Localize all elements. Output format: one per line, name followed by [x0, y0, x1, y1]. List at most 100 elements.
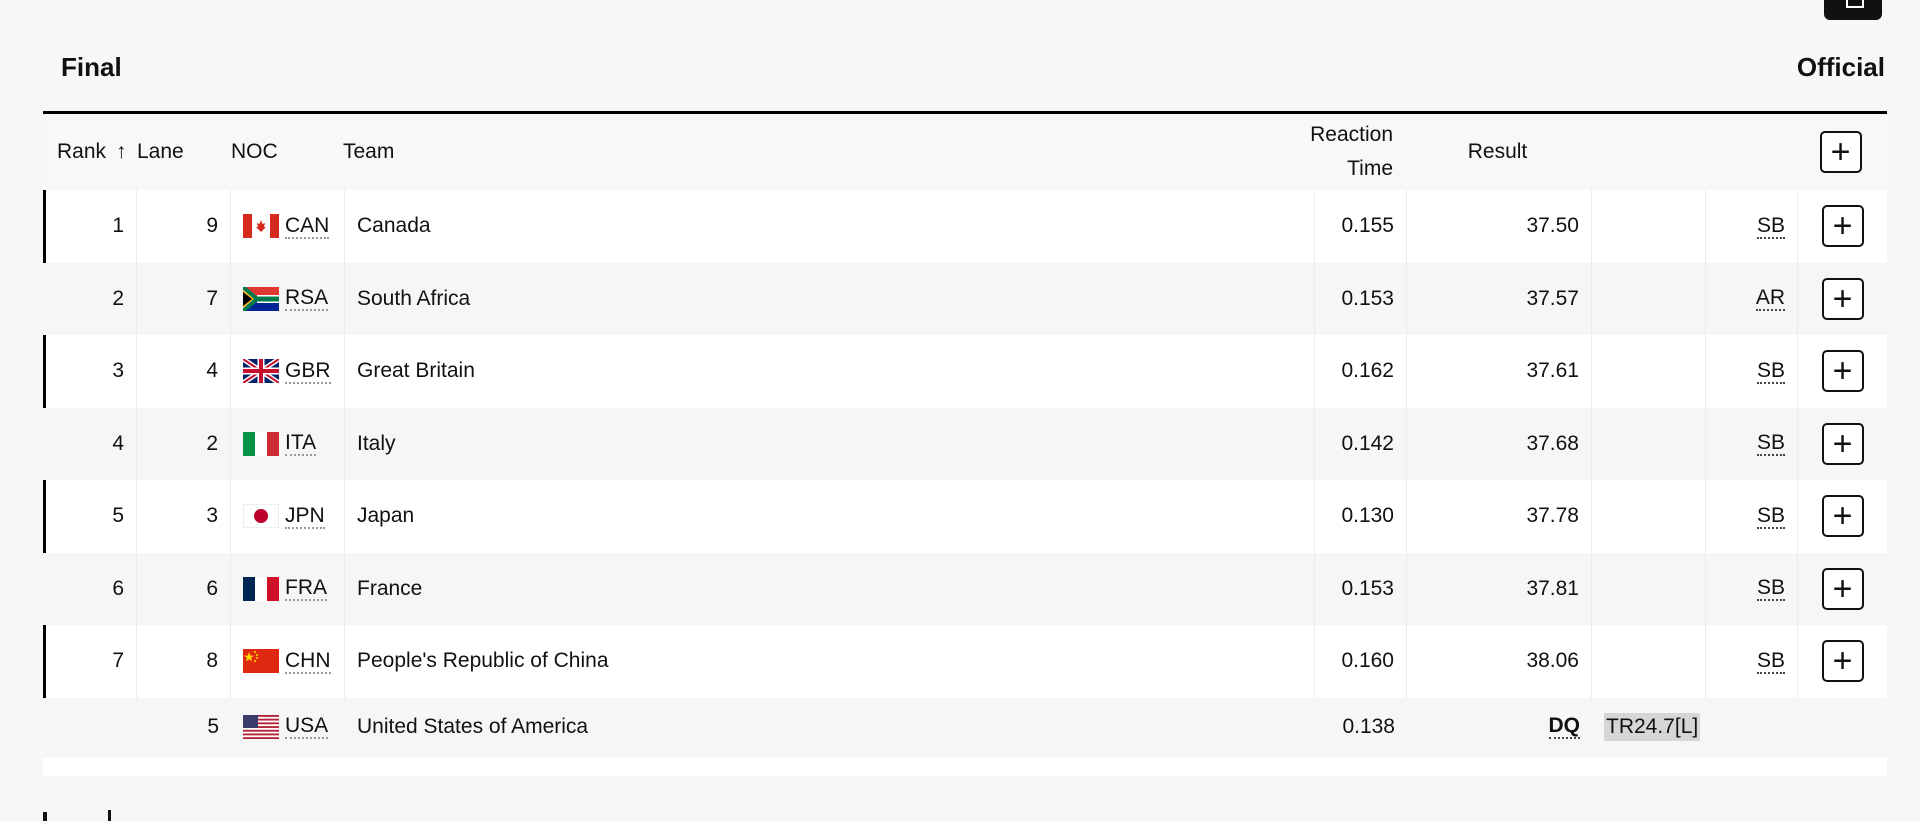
- record-badge[interactable]: AR: [1755, 286, 1785, 312]
- record-badge[interactable]: SB: [1756, 214, 1785, 239]
- record-cell: SB: [1706, 335, 1798, 408]
- noc-cell: FRA: [231, 552, 345, 625]
- results-table: Rank ↑ Lane NOC Team Reaction Time Resul…: [43, 111, 1887, 756]
- team-cell: Italy: [345, 407, 1315, 480]
- download-button[interactable]: [1824, 0, 1882, 20]
- record-cell: AR: [1706, 262, 1798, 335]
- plus-icon: +: [1832, 424, 1853, 463]
- table-row: 4 2 ITA Italy 0.142 37.68 SB +: [43, 407, 1887, 480]
- expand-row-button[interactable]: +: [1821, 350, 1864, 393]
- rank-cell: 4: [43, 407, 137, 480]
- lane-cell: 5: [207, 714, 219, 738]
- expand-row-button[interactable]: +: [1821, 640, 1864, 683]
- rank-cell: 1: [43, 190, 137, 263]
- noc-code[interactable]: GBR: [285, 359, 331, 384]
- reaction-time-cell: 0.155: [1315, 190, 1407, 263]
- table-row: 6 6 FRA France 0.153 37.81 SB +: [43, 552, 1887, 625]
- rank-cell: [43, 698, 137, 756]
- result-cell: 37.61: [1407, 335, 1592, 408]
- record-badge[interactable]: SB: [1756, 359, 1785, 384]
- record-badge[interactable]: SB: [1756, 576, 1785, 602]
- noc-code[interactable]: USA: [285, 714, 329, 740]
- header-reaction-time: Reaction Time: [1310, 123, 1393, 180]
- rank-cell: 3: [43, 335, 137, 408]
- expand-row-button[interactable]: +: [1821, 205, 1864, 248]
- note-cell: [1592, 480, 1706, 553]
- noc-code[interactable]: ITA: [285, 431, 317, 457]
- note-cell: [1592, 190, 1706, 263]
- expand-all-button[interactable]: +: [1819, 131, 1862, 173]
- team-cell: Canada: [345, 190, 1315, 263]
- france-flag-icon: [243, 576, 285, 601]
- team-cell: United States of America: [357, 714, 589, 738]
- note-cell: [1592, 407, 1706, 480]
- noc-code[interactable]: FRA: [285, 576, 327, 602]
- expand-row-button[interactable]: +: [1821, 422, 1864, 465]
- header-team: Team: [343, 140, 395, 163]
- noc-code[interactable]: CHN: [285, 649, 331, 674]
- usa-flag-icon: [243, 714, 285, 739]
- record-cell: SB: [1706, 407, 1798, 480]
- south-africa-flag-icon: [243, 286, 285, 311]
- rank-cell: 7: [43, 625, 137, 698]
- result-cell: 37.78: [1407, 480, 1592, 553]
- note-cell: [1592, 335, 1706, 408]
- reaction-time-cell: 0.138: [1342, 714, 1395, 738]
- plus-icon: +: [1832, 569, 1853, 608]
- reaction-time-cell: 0.130: [1315, 480, 1407, 553]
- plus-icon: +: [1832, 279, 1853, 318]
- header-result: Result: [1467, 140, 1528, 163]
- arrow-up-icon: ↑: [116, 140, 127, 163]
- team-cell: France: [345, 552, 1315, 625]
- rank-cell: 6: [43, 552, 137, 625]
- record-badge[interactable]: SB: [1756, 504, 1785, 529]
- lane-cell: 6: [137, 552, 231, 625]
- table-row: 5 3 JPN Japan 0.130 37.78 SB +: [43, 480, 1887, 553]
- china-flag-icon: [243, 649, 285, 674]
- noc-cell: CHN: [231, 625, 345, 698]
- official-status: Official: [1796, 52, 1885, 82]
- result-cell: 37.50: [1407, 190, 1592, 263]
- header-rank[interactable]: Rank ↑: [43, 114, 137, 190]
- record-cell: SB: [1706, 480, 1798, 553]
- reaction-time-cell: 0.142: [1315, 407, 1407, 480]
- noc-cell: JPN: [231, 480, 345, 553]
- plus-icon: +: [1832, 642, 1853, 681]
- table-header-row: Rank ↑ Lane NOC Team Reaction Time Resul…: [43, 114, 1887, 190]
- expand-row-button[interactable]: +: [1821, 567, 1864, 610]
- table-row: 3 4 GBR Great Britain 0.162 37.61 SB +: [43, 335, 1887, 408]
- canada-flag-icon: [243, 214, 285, 239]
- team-cell: Great Britain: [345, 335, 1315, 408]
- expand-row-button[interactable]: +: [1821, 277, 1864, 320]
- rank-cell: 5: [43, 480, 137, 553]
- table-row-dq: 5 USA United States of America 0.138 DQ TR24.…: [43, 697, 1887, 756]
- note-cell: [1592, 552, 1706, 625]
- result-cell: 38.06: [1407, 625, 1592, 698]
- result-cell: 37.68: [1407, 407, 1592, 480]
- header-lane: Lane: [137, 140, 184, 163]
- result-cell: DQ: [1407, 698, 1592, 756]
- reaction-time-cell: 0.153: [1315, 262, 1407, 335]
- note-cell: [1592, 625, 1706, 698]
- expand-row-button[interactable]: +: [1821, 495, 1864, 538]
- dq-badge[interactable]: DQ: [1548, 714, 1580, 740]
- plus-icon: +: [1832, 352, 1853, 391]
- noc-code[interactable]: RSA: [285, 286, 329, 312]
- record-badge[interactable]: SB: [1756, 431, 1785, 457]
- record-badge[interactable]: SB: [1756, 649, 1785, 674]
- lane-cell: 7: [137, 262, 231, 335]
- record-cell: SB: [1706, 190, 1798, 263]
- record-cell: SB: [1706, 552, 1798, 625]
- header-noc: NOC: [231, 140, 278, 163]
- plus-icon: +: [1832, 497, 1853, 536]
- team-cell: Japan: [345, 480, 1315, 553]
- italy-flag-icon: [243, 431, 285, 456]
- noc-code[interactable]: JPN: [285, 504, 325, 529]
- noc-code[interactable]: CAN: [285, 214, 330, 239]
- japan-flag-icon: [243, 504, 285, 529]
- team-cell: South Africa: [345, 262, 1315, 335]
- section-header: Final Official: [61, 52, 1885, 83]
- lane-cell: 4: [137, 335, 231, 408]
- record-cell: SB: [1706, 625, 1798, 698]
- rank-cell: 2: [43, 262, 137, 335]
